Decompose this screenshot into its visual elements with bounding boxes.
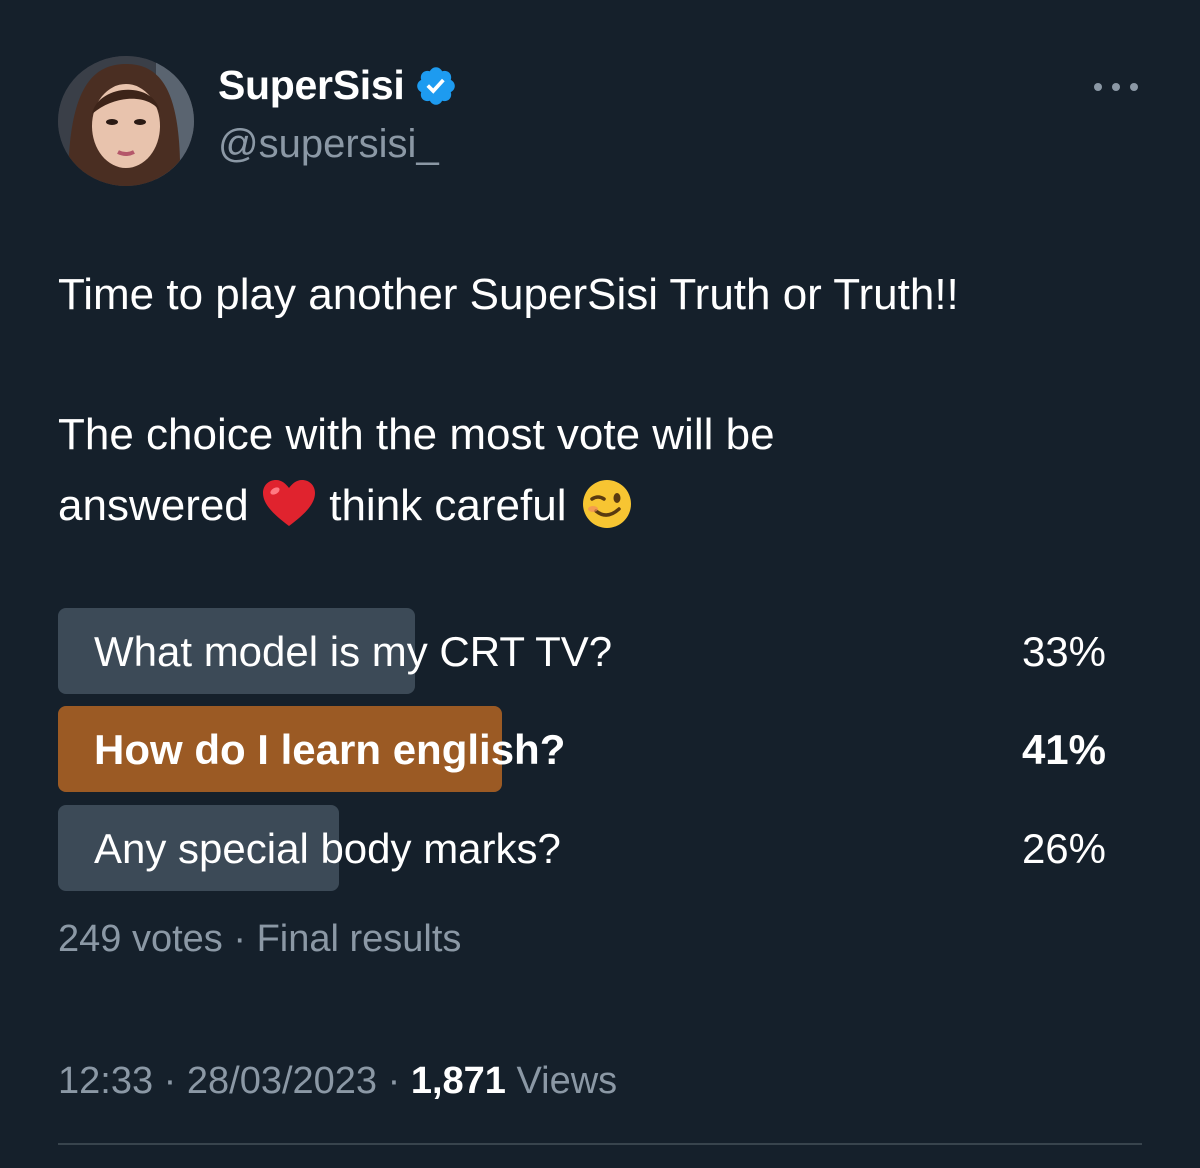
tweet-text-line: answered think careful: [58, 478, 635, 532]
views-label: Views: [516, 1060, 618, 1102]
winking-face-emoji: [579, 478, 635, 530]
poll-option-percent: 33%: [1021, 628, 1106, 675]
tweet-text-line: Time to play another SuperSisi Truth or …: [58, 270, 959, 319]
separator: ·: [233, 918, 247, 960]
poll-option-percent: 41%: [1021, 726, 1106, 773]
more-dot: [1094, 83, 1102, 91]
poll-option[interactable]: What model is my CRT TV? 33%: [58, 608, 1140, 694]
avatar-photo: [58, 56, 194, 186]
tweet-date[interactable]: 28/03/2023: [187, 1060, 377, 1102]
tweet-text-fragment: answered: [58, 481, 262, 530]
poll-status: Final results: [256, 918, 462, 960]
poll-summary: 249 votes · Final results: [58, 918, 461, 961]
poll-option[interactable]: Any special body marks? 26%: [58, 805, 1140, 891]
more-dot: [1112, 83, 1120, 91]
separator: ·: [387, 1060, 401, 1102]
tweet-text-fragment: think careful: [317, 481, 579, 530]
poll-option-percent: 26%: [1021, 825, 1106, 872]
separator: ·: [163, 1060, 177, 1102]
verified-badge-icon[interactable]: [414, 64, 458, 108]
more-horizontal-icon[interactable]: [1094, 72, 1138, 102]
author-display-name[interactable]: SuperSisi: [218, 62, 458, 109]
tweet-time[interactable]: 12:33: [58, 1060, 153, 1102]
more-dot: [1130, 83, 1138, 91]
tweet-meta: 12:33 · 28/03/2023 · 1,871 Views: [58, 1060, 617, 1103]
author-handle[interactable]: @supersisi_: [218, 122, 439, 167]
poll-option-label: How do I learn english?: [94, 726, 566, 773]
red-heart-emoji: [261, 478, 317, 530]
poll-option-label: Any special body marks?: [94, 825, 561, 872]
poll-option-label: What model is my CRT TV?: [94, 628, 613, 675]
poll-option[interactable]: How do I learn english? 41%: [58, 706, 1140, 792]
views-count[interactable]: 1,871: [411, 1060, 506, 1102]
avatar[interactable]: [58, 56, 194, 186]
poll-votes: 249 votes: [58, 918, 223, 960]
author-name-text: SuperSisi: [218, 62, 405, 108]
tweet-text-line: The choice with the most vote will be: [58, 410, 775, 459]
divider: [58, 1143, 1142, 1145]
